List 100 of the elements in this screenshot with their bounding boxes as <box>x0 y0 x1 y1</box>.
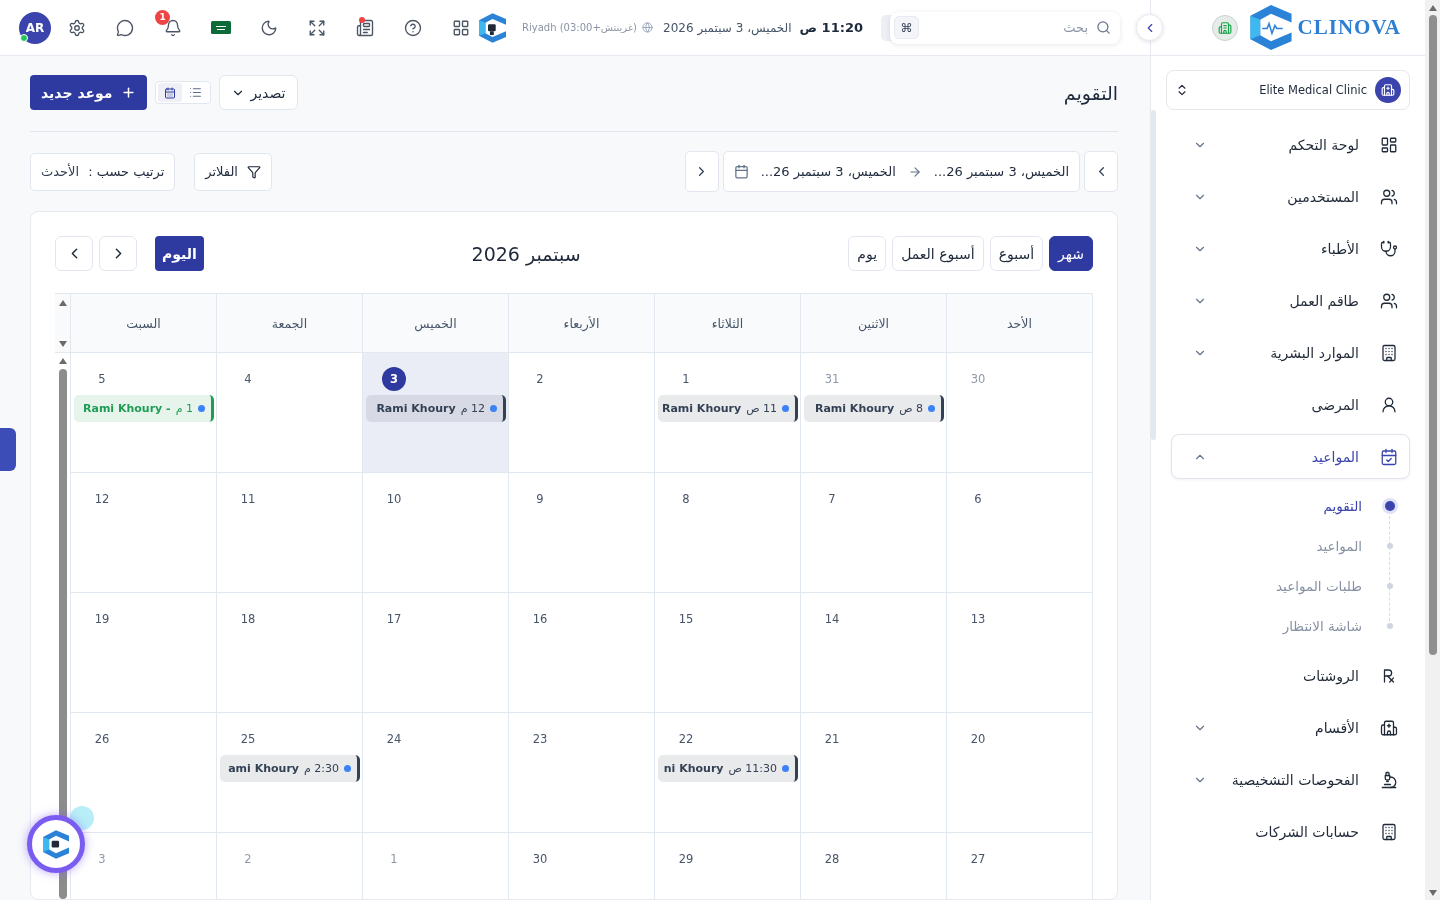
date-label: الخميس، 3 سبتمبر 2026 <box>663 20 792 35</box>
day-number: 18 <box>239 611 257 628</box>
day-number: 3 <box>97 851 107 868</box>
newspaper-icon <box>356 18 374 37</box>
weekday-header: الأحد <box>946 294 1092 353</box>
view-tab[interactable]: أسبوع <box>989 236 1044 271</box>
day-number: 2 <box>243 851 253 868</box>
day-number: 10 <box>385 491 403 508</box>
list-icon <box>189 86 202 99</box>
timezone-label: (غرينتش+03:00) Riyadh <box>522 22 637 33</box>
new-appointment-button[interactable]: موعد جديد <box>30 75 147 110</box>
filter-button[interactable]: الفلاتر <box>194 152 272 191</box>
microscope-icon <box>1380 770 1398 789</box>
users-icon <box>1380 291 1398 310</box>
settings-icon <box>68 18 86 37</box>
search-icon <box>1096 20 1111 35</box>
day-number: 9 <box>535 491 545 508</box>
day-number: 25 <box>239 731 257 748</box>
help-icon <box>404 18 422 37</box>
day-number: 14 <box>823 611 841 628</box>
day-number: 26 <box>93 731 111 748</box>
day-number: 30 <box>969 371 987 388</box>
day-number: 24 <box>385 731 403 748</box>
hospital-icon <box>1375 77 1401 103</box>
event-dot-icon <box>928 405 935 412</box>
day-number: 8 <box>681 491 691 508</box>
day-number: 21 <box>823 731 841 748</box>
page-title: التقويم <box>1063 81 1118 104</box>
user-icon <box>1380 395 1398 414</box>
scrollbar-thumb[interactable] <box>1428 15 1437 655</box>
day-number: 19 <box>93 611 111 628</box>
scrollbar-thumb[interactable] <box>1151 110 1156 440</box>
day-number: 11 <box>239 491 257 508</box>
bullet-icon <box>1385 501 1395 511</box>
day-number: 16 <box>531 611 549 628</box>
chat-icon <box>116 18 134 37</box>
day-number: 23 <box>531 731 549 748</box>
day-number: 31 <box>823 371 841 388</box>
view-tab[interactable]: يوم <box>848 236 887 271</box>
flag-icon <box>211 21 231 34</box>
calendar-check-icon <box>1380 447 1398 466</box>
today-button[interactable]: اليوم <box>155 236 204 271</box>
logo-icon <box>1249 5 1292 50</box>
export-button[interactable]: تصدير <box>218 75 298 110</box>
day-number: 1 <box>389 851 399 868</box>
day-number: 17 <box>385 611 403 628</box>
day-number: 4 <box>243 371 253 388</box>
sidebar-subitem[interactable]: التقويم <box>1171 486 1410 526</box>
day-number: 22 <box>677 731 695 748</box>
day-number: 7 <box>827 491 837 508</box>
day-number: 28 <box>823 851 841 868</box>
calendar-view-button[interactable] <box>157 83 182 102</box>
user-avatar[interactable]: AR <box>19 11 51 44</box>
logo-icon <box>479 11 506 44</box>
scroll-down-icon <box>59 341 67 347</box>
globe-icon <box>642 22 653 33</box>
notifications-button[interactable]: 1 <box>155 9 191 46</box>
sort-button[interactable]: ترتيب حسب : الأحدث <box>30 152 176 191</box>
plus-icon <box>120 85 136 100</box>
day-number: 2 <box>535 371 545 388</box>
view-tab[interactable]: أسبوع العمل <box>892 236 984 271</box>
day-number: 29 <box>677 851 695 868</box>
weekday-header: السبت <box>70 294 216 353</box>
scroll-up-icon <box>1428 5 1437 11</box>
bell-icon <box>164 18 182 37</box>
event-dot-icon <box>782 765 789 772</box>
arrow-right-icon <box>907 164 922 179</box>
event-dot-icon <box>490 405 497 412</box>
filter-icon <box>246 164 261 179</box>
drawer-handle[interactable] <box>0 428 16 471</box>
sidebar-item[interactable]: المواعيد <box>1171 434 1410 479</box>
day-number: 3 <box>382 367 406 391</box>
event-dot-icon <box>782 405 789 412</box>
weekday-header: الثلاثاء <box>654 294 800 353</box>
bullet-icon <box>1387 623 1393 629</box>
day-number: 15 <box>677 611 695 628</box>
day-number: 1 <box>681 371 691 388</box>
scroll-up-icon <box>59 358 67 364</box>
weekday-header: الاثنين <box>800 294 946 353</box>
shortcut-key: ⌘ <box>894 16 919 39</box>
brand-name: CLINOVA <box>1297 15 1401 40</box>
building-icon[interactable] <box>1211 14 1238 41</box>
day-number: 27 <box>969 851 987 868</box>
moon-icon <box>260 18 278 37</box>
hospital-icon <box>1380 718 1398 737</box>
scroll-up-icon <box>59 300 67 306</box>
calendar-icon <box>733 164 749 179</box>
day-number: 30 <box>531 851 549 868</box>
day-number: 13 <box>969 611 987 628</box>
day-number: 20 <box>969 731 987 748</box>
view-tab[interactable]: شهر <box>1049 236 1093 271</box>
scroll-down-icon <box>1428 890 1437 896</box>
scrollbar-thumb[interactable] <box>59 369 67 899</box>
calendar-icon <box>163 86 176 99</box>
date-range-field[interactable]: الخميس، 3 سبتمبر 26... الخميس، 3 سبتمبر 26... <box>722 151 1080 192</box>
clinic-selector[interactable]: Elite Medical Clinic <box>1166 70 1410 110</box>
search-field[interactable]: بحث <box>927 15 1088 40</box>
event-dot-icon <box>198 405 205 412</box>
expand-icon <box>308 18 326 37</box>
stethoscope-icon <box>1380 239 1398 258</box>
